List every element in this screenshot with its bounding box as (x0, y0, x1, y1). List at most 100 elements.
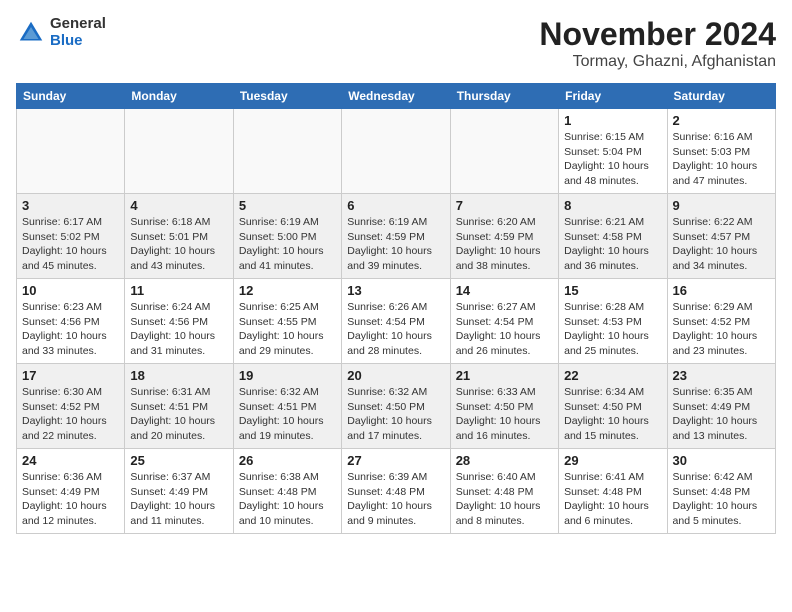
day-info: Sunrise: 6:32 AM Sunset: 4:51 PM Dayligh… (239, 385, 336, 444)
calendar-day-cell: 24 Sunrise: 6:36 AM Sunset: 4:49 PM Dayli… (17, 449, 125, 534)
calendar-day-cell: 21Sunrise: 6:33 AM Sunset: 4:50 PM Dayli… (450, 364, 558, 449)
day-info: Sunrise: 6:40 AM Sunset: 4:48 PM Dayligh… (456, 470, 553, 529)
day-number: 18 (130, 368, 227, 383)
day-number: 30 (673, 453, 770, 468)
day-info: Sunrise: 6:19 AM Sunset: 4:59 PM Dayligh… (347, 215, 444, 274)
day-number: 11 (130, 283, 227, 298)
day-info: Sunrise: 6:23 AM Sunset: 4:56 PM Dayligh… (22, 300, 119, 359)
day-number: 23 (673, 368, 770, 383)
calendar-day-cell: 12 Sunrise: 6:25 AM Sunset: 4:55 PM Dayli… (233, 279, 341, 364)
day-info: Sunrise: 6:28 AM Sunset: 4:53 PM Dayligh… (564, 300, 661, 359)
calendar-day-cell: 4 Sunrise: 6:18 AM Sunset: 5:01 PM Daylig… (125, 194, 233, 279)
calendar-day-cell: 10Sunrise: 6:23 AM Sunset: 4:56 PM Dayli… (17, 279, 125, 364)
day-info: Sunrise: 6:22 AM Sunset: 4:57 PM Dayligh… (673, 215, 770, 274)
calendar-weekday-wednesday: Wednesday (342, 84, 450, 109)
day-number: 8 (564, 198, 661, 213)
calendar-day-cell: 26 Sunrise: 6:38 AM Sunset: 4:48 PM Dayli… (233, 449, 341, 534)
calendar-day-cell: 3 Sunrise: 6:17 AM Sunset: 5:02 PM Daylig… (17, 194, 125, 279)
day-number: 27 (347, 453, 444, 468)
calendar-day-cell: 23 Sunrise: 6:35 AM Sunset: 4:49 PM Dayli… (667, 364, 775, 449)
day-info: Sunrise: 6:26 AM Sunset: 4:54 PM Dayligh… (347, 300, 444, 359)
calendar-weekday-saturday: Saturday (667, 84, 775, 109)
day-info: Sunrise: 6:34 AM Sunset: 4:50 PM Dayligh… (564, 385, 661, 444)
calendar-week-4: 24 Sunrise: 6:36 AM Sunset: 4:49 PM Dayli… (17, 449, 776, 534)
day-info: Sunrise: 6:36 AM Sunset: 4:49 PM Dayligh… (22, 470, 119, 529)
day-number: 6 (347, 198, 444, 213)
calendar-day-cell: 27 Sunrise: 6:39 AM Sunset: 4:48 PM Dayli… (342, 449, 450, 534)
logo: General Blue (16, 16, 106, 49)
logo-blue: Blue (50, 33, 106, 50)
calendar-day-cell: 13 Sunrise: 6:26 AM Sunset: 4:54 PM Dayli… (342, 279, 450, 364)
day-number: 26 (239, 453, 336, 468)
calendar-day-cell: 14 Sunrise: 6:27 AM Sunset: 4:54 PM Dayli… (450, 279, 558, 364)
day-number: 2 (673, 113, 770, 128)
day-number: 25 (130, 453, 227, 468)
day-info: Sunrise: 6:37 AM Sunset: 4:49 PM Dayligh… (130, 470, 227, 529)
calendar-day-cell: 29Sunrise: 6:41 AM Sunset: 4:48 PM Dayli… (559, 449, 667, 534)
day-info: Sunrise: 6:31 AM Sunset: 4:51 PM Dayligh… (130, 385, 227, 444)
day-number: 21 (456, 368, 553, 383)
calendar-day-cell: 5Sunrise: 6:19 AM Sunset: 5:00 PM Daylig… (233, 194, 341, 279)
day-info: Sunrise: 6:27 AM Sunset: 4:54 PM Dayligh… (456, 300, 553, 359)
calendar-day-cell (17, 109, 125, 194)
day-number: 15 (564, 283, 661, 298)
day-info: Sunrise: 6:18 AM Sunset: 5:01 PM Dayligh… (130, 215, 227, 274)
logo-icon (16, 18, 46, 48)
day-number: 24 (22, 453, 119, 468)
calendar-week-0: 1Sunrise: 6:15 AM Sunset: 5:04 PM Daylig… (17, 109, 776, 194)
title-area: November 2024 Tormay, Ghazni, Afghanista… (539, 16, 776, 71)
calendar-day-cell (450, 109, 558, 194)
calendar-day-cell: 15 Sunrise: 6:28 AM Sunset: 4:53 PM Dayli… (559, 279, 667, 364)
day-number: 4 (130, 198, 227, 213)
calendar-day-cell: 7Sunrise: 6:20 AM Sunset: 4:59 PM Daylig… (450, 194, 558, 279)
calendar-day-cell: 18 Sunrise: 6:31 AM Sunset: 4:51 PM Dayli… (125, 364, 233, 449)
day-number: 28 (456, 453, 553, 468)
calendar-week-1: 3 Sunrise: 6:17 AM Sunset: 5:02 PM Daylig… (17, 194, 776, 279)
calendar-weekday-friday: Friday (559, 84, 667, 109)
location-title: Tormay, Ghazni, Afghanistan (539, 53, 776, 71)
day-number: 22 (564, 368, 661, 383)
calendar-day-cell: 9 Sunrise: 6:22 AM Sunset: 4:57 PM Daylig… (667, 194, 775, 279)
day-number: 5 (239, 198, 336, 213)
day-number: 7 (456, 198, 553, 213)
calendar-body: 1Sunrise: 6:15 AM Sunset: 5:04 PM Daylig… (17, 109, 776, 534)
calendar-day-cell: 11 Sunrise: 6:24 AM Sunset: 4:56 PM Dayli… (125, 279, 233, 364)
day-info: Sunrise: 6:29 AM Sunset: 4:52 PM Dayligh… (673, 300, 770, 359)
calendar-day-cell (125, 109, 233, 194)
day-info: Sunrise: 6:38 AM Sunset: 4:48 PM Dayligh… (239, 470, 336, 529)
calendar-day-cell: 30Sunrise: 6:42 AM Sunset: 4:48 PM Dayli… (667, 449, 775, 534)
calendar-day-cell: 20Sunrise: 6:32 AM Sunset: 4:50 PM Dayli… (342, 364, 450, 449)
day-number: 19 (239, 368, 336, 383)
calendar-day-cell: 25 Sunrise: 6:37 AM Sunset: 4:49 PM Dayli… (125, 449, 233, 534)
calendar-week-2: 10Sunrise: 6:23 AM Sunset: 4:56 PM Dayli… (17, 279, 776, 364)
day-number: 13 (347, 283, 444, 298)
day-number: 14 (456, 283, 553, 298)
calendar-table: SundayMondayTuesdayWednesdayThursdayFrid… (16, 83, 776, 534)
day-number: 1 (564, 113, 661, 128)
calendar-week-3: 17 Sunrise: 6:30 AM Sunset: 4:52 PM Dayli… (17, 364, 776, 449)
calendar-day-cell: 1Sunrise: 6:15 AM Sunset: 5:04 PM Daylig… (559, 109, 667, 194)
day-number: 3 (22, 198, 119, 213)
calendar-day-cell (233, 109, 341, 194)
calendar-day-cell: 17 Sunrise: 6:30 AM Sunset: 4:52 PM Dayli… (17, 364, 125, 449)
day-info: Sunrise: 6:17 AM Sunset: 5:02 PM Dayligh… (22, 215, 119, 274)
day-info: Sunrise: 6:39 AM Sunset: 4:48 PM Dayligh… (347, 470, 444, 529)
calendar-day-cell: 8Sunrise: 6:21 AM Sunset: 4:58 PM Daylig… (559, 194, 667, 279)
day-info: Sunrise: 6:35 AM Sunset: 4:49 PM Dayligh… (673, 385, 770, 444)
day-info: Sunrise: 6:25 AM Sunset: 4:55 PM Dayligh… (239, 300, 336, 359)
calendar-weekday-thursday: Thursday (450, 84, 558, 109)
logo-general: General (50, 16, 106, 33)
day-info: Sunrise: 6:16 AM Sunset: 5:03 PM Dayligh… (673, 130, 770, 189)
day-number: 17 (22, 368, 119, 383)
day-info: Sunrise: 6:24 AM Sunset: 4:56 PM Dayligh… (130, 300, 227, 359)
calendar-day-cell: 22 Sunrise: 6:34 AM Sunset: 4:50 PM Dayli… (559, 364, 667, 449)
day-number: 12 (239, 283, 336, 298)
day-number: 29 (564, 453, 661, 468)
day-number: 9 (673, 198, 770, 213)
day-info: Sunrise: 6:32 AM Sunset: 4:50 PM Dayligh… (347, 385, 444, 444)
calendar-weekday-tuesday: Tuesday (233, 84, 341, 109)
calendar-day-cell (342, 109, 450, 194)
day-number: 16 (673, 283, 770, 298)
calendar-weekday-sunday: Sunday (17, 84, 125, 109)
day-info: Sunrise: 6:30 AM Sunset: 4:52 PM Dayligh… (22, 385, 119, 444)
